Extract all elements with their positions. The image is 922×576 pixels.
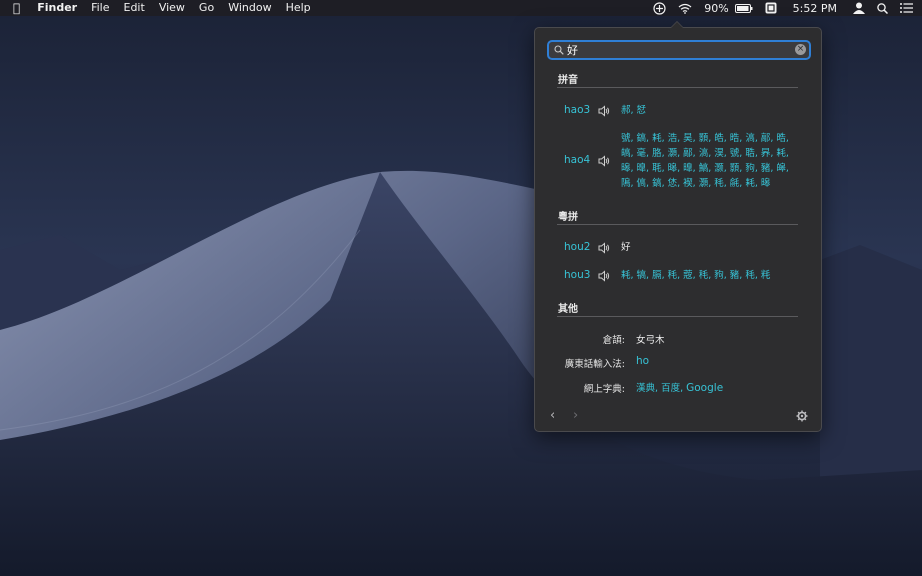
section-title-other: 其他: [558, 304, 578, 315]
divider: [557, 316, 798, 317]
character-list[interactable]: 郝, 恏: [621, 103, 801, 118]
pinyin-romanization: hao3: [564, 104, 591, 116]
pinyin-romanization: hao4: [564, 154, 591, 166]
dictionary-extra-icon[interactable]: [647, 0, 672, 16]
gear-icon[interactable]: [796, 410, 808, 422]
cangjie-value: 女弓木: [636, 335, 665, 346]
menu-view[interactable]: View: [152, 0, 192, 16]
wifi-icon[interactable]: [672, 0, 698, 16]
popover-caret: [670, 21, 684, 28]
speaker-icon[interactable]: [598, 242, 610, 254]
search-input[interactable]: [564, 43, 791, 57]
input-source-icon[interactable]: [759, 0, 783, 16]
search-icon: [554, 45, 564, 55]
divider: [557, 224, 798, 225]
search-field[interactable]: ×: [547, 40, 811, 60]
divider: [557, 87, 798, 88]
user-icon[interactable]: [847, 0, 871, 16]
character-list[interactable]: 好: [621, 240, 801, 255]
speaker-icon[interactable]: [598, 155, 610, 167]
cangjie-label: 倉頡:: [602, 335, 625, 346]
menu-edit[interactable]: Edit: [117, 0, 152, 16]
speaker-icon[interactable]: [598, 270, 610, 282]
menu-help[interactable]: Help: [279, 0, 318, 16]
menu-file[interactable]: File: [84, 0, 116, 16]
online-dictionary-label: 網上字典:: [583, 384, 625, 395]
menu-bar:  Finder File Edit View Go Window Help 9…: [0, 0, 922, 16]
apple-icon[interactable]: : [0, 0, 30, 16]
menu-window[interactable]: Window: [221, 0, 278, 16]
cantonese-input-value[interactable]: ho: [636, 355, 649, 367]
dictionary-popover: × 拼音 hao3 郝, 恏 hao4 號, 鎬, 耗, 浩, 昊, 顥, 皓,…: [534, 21, 822, 432]
spotlight-search-icon[interactable]: [871, 0, 894, 16]
section-title-pinyin: 拼音: [558, 75, 578, 86]
section-title-jyutping: 粵拼: [558, 212, 578, 223]
jyutping-romanization: hou3: [564, 269, 591, 281]
forward-button[interactable]: ›: [573, 408, 578, 423]
character-list[interactable]: 耗, 犒, 膈, 秏, 蔲, 秏, 豞, 豬, 秏, 粍: [621, 268, 801, 283]
cantonese-input-label: 廣東話輸入法:: [564, 359, 625, 370]
battery-percent[interactable]: 90%: [698, 0, 734, 16]
menu-app-name[interactable]: Finder: [30, 0, 84, 16]
online-dictionary-links: 漢典, 百度, Google: [636, 382, 724, 394]
notification-center-icon[interactable]: [894, 0, 922, 16]
link-google[interactable]: Google: [686, 382, 723, 394]
clear-search-icon[interactable]: ×: [795, 44, 806, 55]
menu-go[interactable]: Go: [192, 0, 221, 16]
link-baidu[interactable]: 百度: [661, 383, 680, 394]
jyutping-romanization: hou2: [564, 241, 591, 253]
back-button[interactable]: ‹: [550, 408, 555, 423]
link-handian[interactable]: 漢典: [636, 383, 655, 394]
battery-icon[interactable]: [734, 0, 759, 16]
character-list[interactable]: 號, 鎬, 耗, 浩, 昊, 顥, 皓, 晧, 滈, 鄗, 晧, 皜, 毫, 胳…: [621, 131, 801, 191]
clock[interactable]: 5:52 PM: [783, 0, 847, 16]
speaker-icon[interactable]: [598, 105, 610, 117]
